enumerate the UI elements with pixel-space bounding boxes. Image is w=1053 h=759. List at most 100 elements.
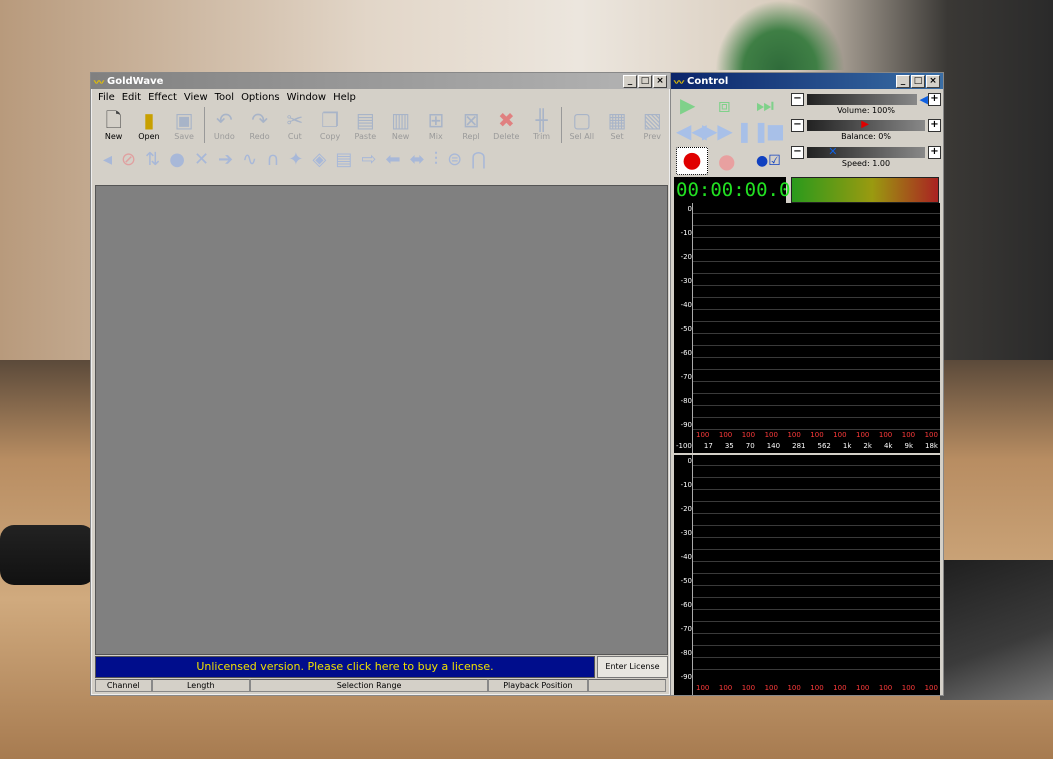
paste-new-button[interactable]: ▥ New <box>383 105 418 145</box>
speed-plus-button[interactable]: + <box>928 145 941 159</box>
sound-workspace[interactable] <box>95 185 668 655</box>
play-icon[interactable]: ▶ <box>680 95 695 115</box>
effect-icon-1[interactable]: ◂ <box>103 149 112 170</box>
menu-view[interactable]: View <box>184 92 208 103</box>
volume-minus-button[interactable]: − <box>791 92 804 106</box>
sliders-panel: − ◀ + Volume: 100% − ▶ + Balance: 0% − ✕… <box>791 91 941 173</box>
volume-slider[interactable]: − ◀ + <box>791 92 941 106</box>
balance-thumb-icon[interactable]: ▶ <box>861 119 869 130</box>
effect-icon-16[interactable]: ⊜ <box>447 149 462 170</box>
effect-icon-4[interactable]: ● <box>169 149 185 170</box>
menu-file[interactable]: File <box>98 92 115 103</box>
menu-help[interactable]: Help <box>333 92 356 103</box>
control-window-title: Control <box>687 75 729 87</box>
preview-button[interactable]: ▧ Prev <box>635 105 670 145</box>
record-selection-icon[interactable]: ● <box>718 151 735 171</box>
db-label: -10 <box>680 481 692 489</box>
effect-icon-14[interactable]: ⬌ <box>410 149 425 170</box>
select-all-button[interactable]: ▢ Sel All <box>564 105 599 145</box>
speed-thumb-icon[interactable]: ✕ <box>828 145 837 158</box>
delete-icon: ✖ <box>497 108 515 132</box>
db-label: -60 <box>680 349 692 357</box>
new-button[interactable]: 🗋 New <box>96 105 131 145</box>
effect-icon-17[interactable]: ⋂ <box>471 149 486 170</box>
status-bar: Channel Length Selection Range Playback … <box>95 679 666 692</box>
play-selection-icon[interactable]: ⧈ <box>718 95 731 115</box>
control-close-button[interactable]: × <box>926 74 940 88</box>
frequency-labels-row: -100 17 35 70 140 281 562 1k 2k 4k 9k 18k <box>676 442 938 450</box>
speed-slider[interactable]: − ✕ + <box>791 145 941 159</box>
main-window-title: GoldWave <box>107 75 164 87</box>
mix-button[interactable]: ⊞ Mix <box>418 105 453 145</box>
transport-controls: ▶ ⧈ ⏭ ◀◀ ▶▶ ❚❚ ■ ● ● ●☑ <box>674 93 786 175</box>
volume-plus-button[interactable]: + <box>928 92 941 106</box>
balance-slider[interactable]: − ▶ + <box>791 118 941 132</box>
new-file-icon: 🗋 <box>105 108 122 132</box>
save-button[interactable]: ▣ Save <box>167 105 202 145</box>
control-minimize-button[interactable]: _ <box>896 74 910 88</box>
control-titlebar[interactable]: 〰 Control _ □ × <box>671 73 943 89</box>
main-titlebar[interactable]: 〰 GoldWave _ □ × <box>91 73 670 89</box>
balance-track[interactable]: ▶ <box>807 119 925 131</box>
undo-button[interactable]: ↶ Undo <box>207 105 242 145</box>
delete-button[interactable]: ✖ Delete <box>489 105 524 145</box>
db-label: -30 <box>680 277 692 285</box>
effect-icon-9[interactable]: ✦ <box>288 149 303 170</box>
replace-button[interactable]: ⊠ Repl <box>453 105 488 145</box>
play-to-end-icon[interactable]: ⏭ <box>756 95 774 115</box>
goldwave-main-window: 〰 GoldWave _ □ × File Edit Effect View T… <box>90 72 671 696</box>
status-length: Length <box>151 679 250 692</box>
fast-forward-icon[interactable]: ▶▶ <box>702 121 733 141</box>
effect-icon-5[interactable]: ✕ <box>194 149 209 170</box>
db-label: -70 <box>680 625 692 633</box>
db-label: -60 <box>680 601 692 609</box>
undo-icon: ↶ <box>215 108 233 132</box>
record-mode-icon[interactable]: ●☑ <box>756 151 781 171</box>
license-banner[interactable]: Unlicensed version. Please click here to… <box>95 656 595 678</box>
cut-button[interactable]: ✂ Cut <box>277 105 312 145</box>
cut-icon: ✂ <box>286 108 304 132</box>
pause-icon[interactable]: ❚❚ <box>736 121 770 141</box>
menu-effect[interactable]: Effect <box>148 92 177 103</box>
effect-icon-7[interactable]: ∿ <box>242 149 257 170</box>
speed-minus-button[interactable]: − <box>791 145 804 159</box>
menu-options[interactable]: Options <box>241 92 280 103</box>
effect-icon-8[interactable]: ∩ <box>266 149 279 170</box>
volume-label: Volume: 100% <box>837 106 895 115</box>
menu-edit[interactable]: Edit <box>122 92 141 103</box>
paste-button[interactable]: ▤ Paste <box>348 105 383 145</box>
balance-minus-button[interactable]: − <box>791 118 804 132</box>
maximize-button[interactable]: □ <box>638 74 652 88</box>
open-button[interactable]: ▮ Open <box>131 105 166 145</box>
close-button[interactable]: × <box>653 74 667 88</box>
menu-tool[interactable]: Tool <box>215 92 234 103</box>
effect-icon-12[interactable]: ⇨ <box>361 149 376 170</box>
effect-icon-15[interactable]: ⫶ <box>434 149 439 170</box>
enter-license-button[interactable]: Enter License <box>597 656 668 678</box>
goldwave-logo-icon: 〰 <box>674 77 684 89</box>
menu-window[interactable]: Window <box>287 92 326 103</box>
effect-icon-6[interactable]: ➔ <box>218 149 233 170</box>
effect-icon-3[interactable]: ⇅ <box>145 149 160 170</box>
main-toolbar: 🗋 New ▮ Open ▣ Save ↶ Undo ↷ Redo ✂ Cut ❐ Copy … <box>91 105 670 145</box>
effect-icon-13[interactable]: ⬅ <box>385 149 400 170</box>
record-icon[interactable]: ● <box>676 147 708 175</box>
trim-button[interactable]: ╫ Trim <box>524 105 559 145</box>
effect-icon-11[interactable]: ▤ <box>335 149 352 170</box>
control-maximize-button[interactable]: □ <box>911 74 925 88</box>
redo-button[interactable]: ↷ Redo <box>242 105 277 145</box>
stop-icon[interactable]: ■ <box>766 121 785 141</box>
balance-plus-button[interactable]: + <box>928 118 941 132</box>
spectrum-scope-bottom: 0 -10 -20 -30 -40 -50 -60 -70 -80 -90 10… <box>674 455 940 695</box>
minimize-button[interactable]: _ <box>623 74 637 88</box>
speed-track[interactable]: ✕ <box>807 145 925 158</box>
preview-icon: ▧ <box>642 108 662 132</box>
effect-icon-2[interactable]: ⊘ <box>121 149 136 170</box>
volume-track[interactable] <box>807 93 917 105</box>
effect-icon-10[interactable]: ◈ <box>313 149 327 170</box>
copy-button[interactable]: ❐ Copy <box>312 105 347 145</box>
set-button[interactable]: ▦ Set <box>599 105 634 145</box>
db-label: 0 <box>687 457 692 465</box>
time-display: 00:00:00.0 <box>674 177 790 216</box>
status-channel: Channel <box>95 679 152 692</box>
